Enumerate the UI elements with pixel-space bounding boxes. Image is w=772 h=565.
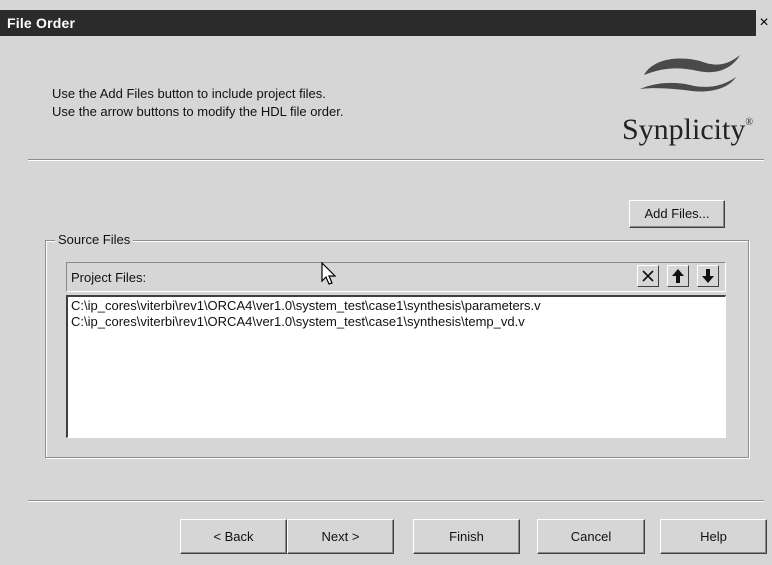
title-bar: File Order ×	[0, 10, 772, 36]
file-order-dialog: File Order × Use the Add Files button to…	[0, 0, 772, 565]
finish-button[interactable]: Finish	[413, 519, 520, 554]
synplicity-logo-text: Synplicity®	[622, 113, 753, 147]
close-button[interactable]: ×	[756, 10, 772, 36]
instruction-line-2: Use the arrow buttons to modify the HDL …	[52, 104, 344, 119]
logo-wordmark: Synplicity	[622, 113, 746, 146]
source-files-label: Source Files	[55, 232, 134, 247]
window-title: File Order	[7, 15, 76, 31]
move-down-button[interactable]	[697, 265, 719, 287]
project-files-header: Project Files:	[66, 262, 726, 292]
synplicity-logo-icon	[640, 55, 740, 92]
instructions: Use the Add Files button to include proj…	[52, 85, 343, 121]
list-item[interactable]: C:\ip_cores\viterbi\rev1\ORCA4\ver1.0\sy…	[71, 314, 722, 330]
move-up-button[interactable]	[667, 265, 689, 287]
add-files-button[interactable]: Add Files...	[629, 200, 725, 228]
next-button[interactable]: Next >	[287, 519, 394, 554]
move-up-icon	[672, 269, 684, 283]
list-item[interactable]: C:\ip_cores\viterbi\rev1\ORCA4\ver1.0\sy…	[71, 298, 722, 314]
project-files-list[interactable]: C:\ip_cores\viterbi\rev1\ORCA4\ver1.0\sy…	[66, 295, 726, 438]
mouse-pointer-icon	[321, 262, 337, 285]
project-files-label: Project Files:	[71, 270, 147, 285]
remove-file-button[interactable]	[637, 265, 659, 287]
header-separator	[28, 159, 764, 161]
logo-trademark: ®	[745, 117, 753, 128]
back-button[interactable]: < Back	[180, 519, 287, 554]
move-down-icon	[702, 269, 714, 283]
help-button[interactable]: Help	[660, 519, 767, 554]
instruction-line-1: Use the Add Files button to include proj…	[52, 86, 326, 101]
footer-separator	[28, 500, 764, 502]
cancel-button[interactable]: Cancel	[537, 519, 645, 554]
remove-icon	[642, 270, 654, 282]
